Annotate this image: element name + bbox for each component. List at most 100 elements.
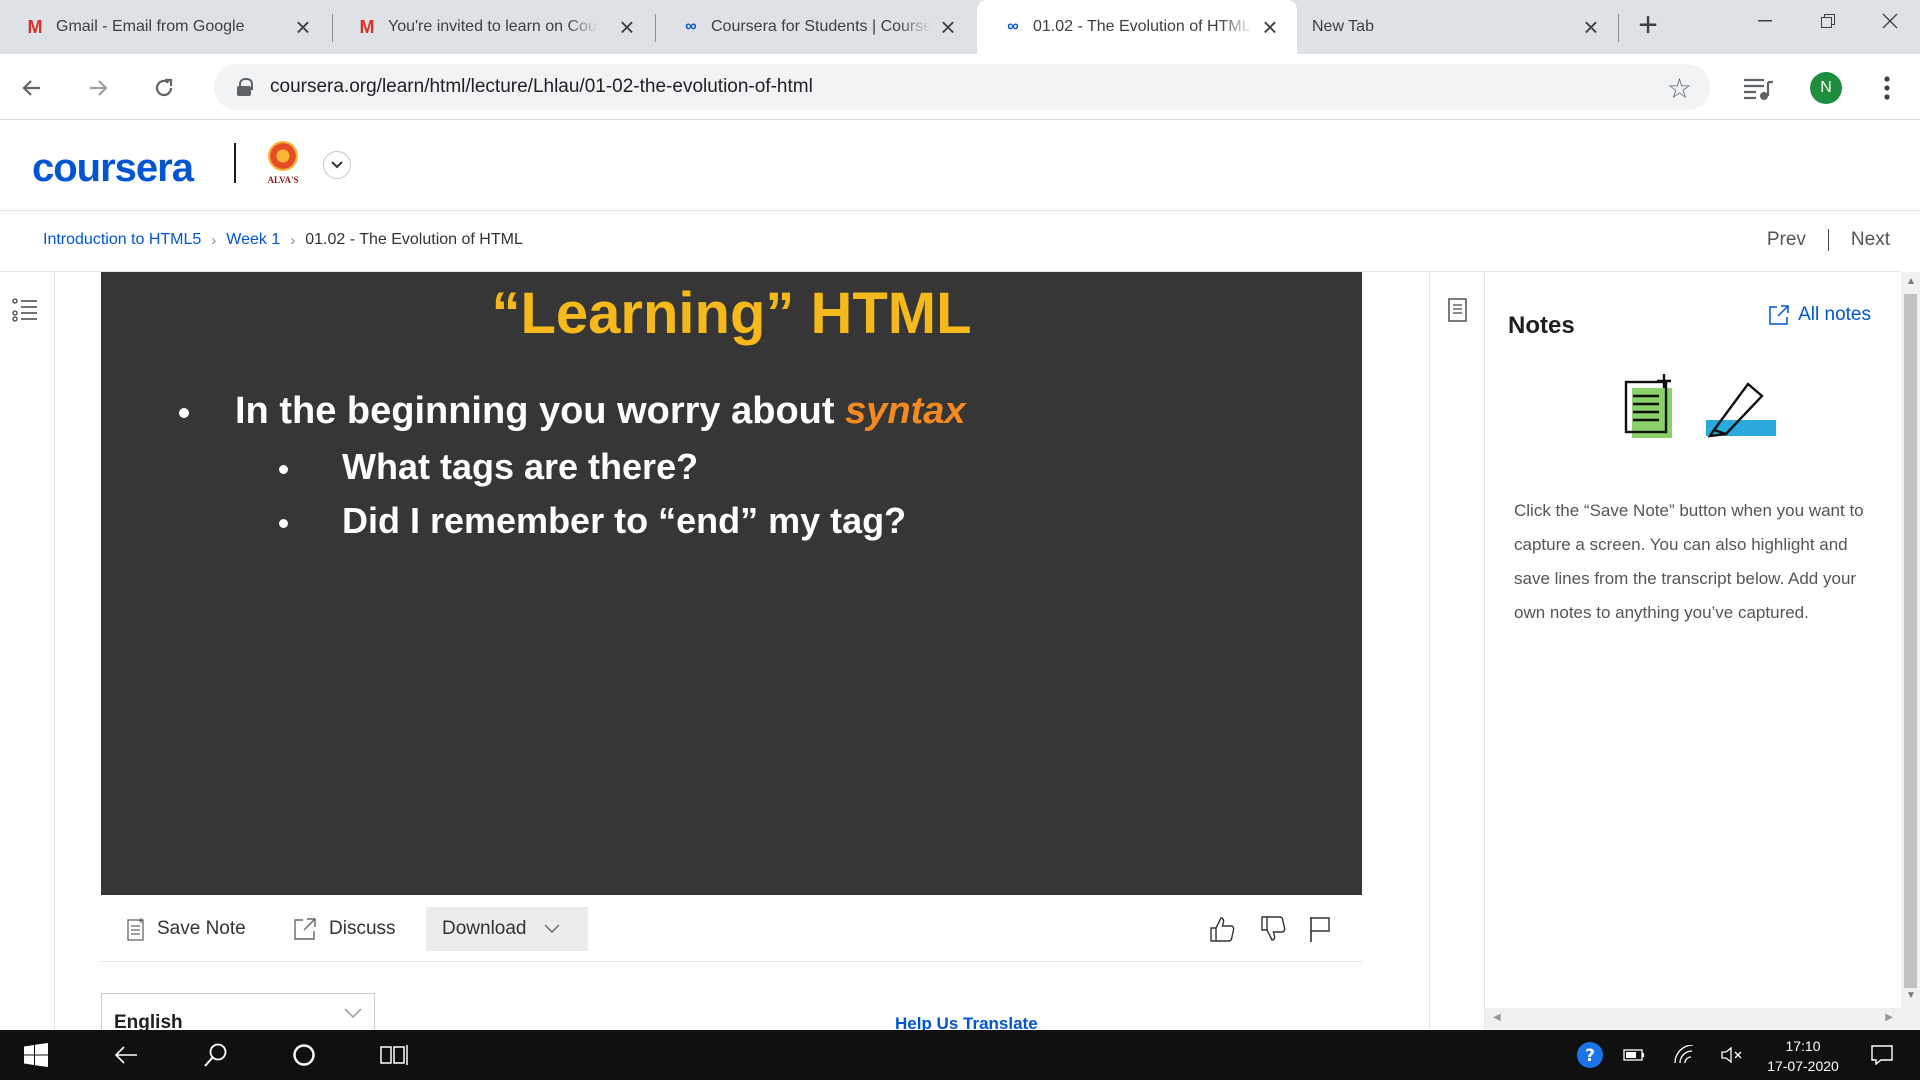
system-clock[interactable]: 17:10 17-07-2020 bbox=[1760, 1036, 1846, 1076]
browser-tab-invite[interactable]: M You're invited to learn on Coursera × bbox=[332, 0, 654, 54]
close-icon[interactable]: × bbox=[290, 12, 316, 42]
forward-button[interactable] bbox=[80, 70, 116, 106]
close-icon[interactable]: × bbox=[614, 12, 640, 42]
tab-title: 01.02 - The Evolution of HTML bbox=[1033, 18, 1251, 35]
task-view-icon bbox=[380, 1045, 408, 1065]
breadcrumb-current: 01.02 - The Evolution of HTML bbox=[305, 231, 523, 248]
start-button[interactable] bbox=[14, 1030, 58, 1080]
volume-tray-button[interactable] bbox=[1712, 1030, 1752, 1080]
lecture-video-player[interactable]: “Learning” HTML In the beginning you wor… bbox=[101, 272, 1362, 895]
scroll-left-icon[interactable]: ◀ bbox=[1493, 1012, 1501, 1023]
help-icon: ? bbox=[1577, 1042, 1603, 1068]
like-button[interactable] bbox=[1206, 913, 1238, 945]
coursera-logo[interactable]: coursera bbox=[32, 146, 194, 191]
notes-document-icon[interactable] bbox=[1448, 298, 1468, 322]
partner-logo[interactable]: ALVA'S bbox=[262, 141, 304, 193]
save-note-label: Save Note bbox=[157, 918, 246, 939]
breadcrumb-course-link[interactable]: Introduction to HTML5 bbox=[43, 231, 201, 249]
playlist-icon bbox=[1744, 78, 1773, 100]
external-link-icon bbox=[1769, 305, 1789, 325]
media-control-button[interactable] bbox=[1738, 68, 1778, 108]
back-button[interactable] bbox=[14, 70, 50, 106]
cortana-button[interactable] bbox=[282, 1030, 326, 1080]
transcript-language-select[interactable]: English bbox=[101, 993, 375, 1033]
scroll-down-icon[interactable]: ▼ bbox=[1906, 990, 1916, 1001]
report-flag-button[interactable] bbox=[1304, 913, 1336, 945]
profile-button[interactable]: N bbox=[1806, 68, 1846, 108]
all-notes-label: All notes bbox=[1798, 304, 1871, 325]
slide-sub-bullet-text: What tags are there? bbox=[342, 446, 699, 487]
notes-illustration-icon bbox=[1624, 374, 1776, 438]
list-icon[interactable] bbox=[12, 298, 38, 322]
task-view-button[interactable] bbox=[372, 1030, 416, 1080]
note-icon bbox=[127, 918, 144, 941]
browser-tab-active-lecture[interactable]: ∞ 01.02 - The Evolution of HTML × bbox=[977, 0, 1297, 54]
next-button[interactable]: Next bbox=[1851, 229, 1890, 251]
restore-button[interactable] bbox=[1808, 6, 1848, 36]
notes-horizontal-scrollbar[interactable]: ◀ ▶ bbox=[1485, 1008, 1901, 1030]
notes-rail bbox=[1430, 272, 1485, 1030]
chevron-down-icon bbox=[344, 1008, 362, 1018]
breadcrumb-week-link[interactable]: Week 1 bbox=[226, 231, 280, 249]
browser-tab-gmail[interactable]: M Gmail - Email from Google × bbox=[0, 0, 330, 54]
chevron-down-icon bbox=[544, 924, 560, 933]
institution-dropdown[interactable] bbox=[323, 151, 351, 179]
video-action-bar: Save Note Discuss Download bbox=[101, 895, 1362, 962]
dislike-button[interactable] bbox=[1257, 913, 1289, 945]
scroll-up-icon[interactable]: ▲ bbox=[1906, 276, 1916, 287]
scrollbar-thumb[interactable] bbox=[1904, 294, 1917, 988]
arrow-left-icon bbox=[114, 1046, 137, 1064]
slide-sub-bullet: What tags are there? bbox=[279, 446, 698, 488]
discuss-label: Discuss bbox=[329, 918, 396, 939]
slide-title: “Learning” HTML bbox=[491, 281, 972, 346]
pager-divider bbox=[1827, 229, 1829, 251]
all-notes-link[interactable]: All notes bbox=[1768, 304, 1871, 326]
scroll-right-icon[interactable]: ▶ bbox=[1885, 1012, 1893, 1023]
bullet-dot bbox=[279, 464, 288, 474]
close-window-button[interactable] bbox=[1870, 6, 1910, 36]
help-tray-button[interactable]: ? bbox=[1572, 1030, 1608, 1080]
browser-tab-new-tab[interactable]: New Tab × bbox=[1298, 0, 1618, 54]
wifi-tray-button[interactable] bbox=[1666, 1030, 1702, 1080]
svg-text:?: ? bbox=[1585, 1046, 1595, 1066]
search-taskbar-button[interactable] bbox=[194, 1030, 238, 1080]
more-vertical-icon bbox=[1884, 76, 1890, 100]
download-dropdown[interactable]: Download bbox=[426, 907, 588, 951]
close-icon[interactable]: × bbox=[1578, 12, 1604, 42]
bullet-dot bbox=[179, 407, 189, 418]
close-icon[interactable]: × bbox=[935, 12, 961, 42]
course-outline-rail bbox=[0, 272, 55, 1030]
minimize-icon bbox=[1758, 20, 1772, 22]
notes-panel: Notes All notes Click the “Save Note” bu… bbox=[1429, 272, 1901, 1030]
close-icon[interactable]: × bbox=[1257, 12, 1283, 42]
vertical-scrollbar[interactable]: ▲ ▼ bbox=[1901, 272, 1920, 1030]
circle-icon bbox=[293, 1044, 315, 1066]
reload-button[interactable] bbox=[146, 70, 182, 106]
new-tab-button[interactable]: + bbox=[1632, 8, 1664, 42]
save-note-button[interactable]: Save Note bbox=[127, 907, 246, 951]
chevron-right-icon: › bbox=[211, 231, 217, 249]
flag-icon bbox=[1310, 917, 1330, 942]
address-bar[interactable]: coursera.org/learn/html/lecture/Lhlau/01… bbox=[214, 64, 1710, 110]
prev-button[interactable]: Prev bbox=[1767, 229, 1806, 251]
browser-tab-strip: M Gmail - Email from Google × M You're i… bbox=[0, 0, 1920, 54]
notification-center-button[interactable] bbox=[1862, 1030, 1902, 1080]
url-text[interactable]: coursera.org/learn/html/lecture/Lhlau/01… bbox=[270, 76, 813, 98]
thumbs-up-icon bbox=[1210, 917, 1235, 942]
breadcrumb: Introduction to HTML5 › Week 1 › 01.02 -… bbox=[43, 231, 523, 249]
notification-icon bbox=[1871, 1045, 1893, 1065]
close-icon bbox=[1882, 13, 1898, 29]
minimize-button[interactable] bbox=[1745, 6, 1785, 36]
browser-tab-coursera-students[interactable]: ∞ Coursera for Students | Coursera × bbox=[655, 0, 975, 54]
pager: Prev Next bbox=[1767, 229, 1890, 251]
tab-title: You're invited to learn on Coursera bbox=[388, 18, 598, 35]
back-taskbar-button[interactable] bbox=[104, 1030, 148, 1080]
browser-menu-button[interactable] bbox=[1872, 68, 1902, 108]
battery-tray-button[interactable] bbox=[1618, 1030, 1650, 1080]
bookmark-star-icon[interactable]: ☆ bbox=[1667, 72, 1692, 105]
discuss-button[interactable]: Discuss bbox=[293, 907, 396, 951]
clock-date: 17-07-2020 bbox=[1767, 1058, 1839, 1074]
gmail-icon: M bbox=[27, 16, 43, 37]
battery-icon bbox=[1623, 1049, 1644, 1061]
slide-bullet-accent: syntax bbox=[845, 390, 966, 432]
